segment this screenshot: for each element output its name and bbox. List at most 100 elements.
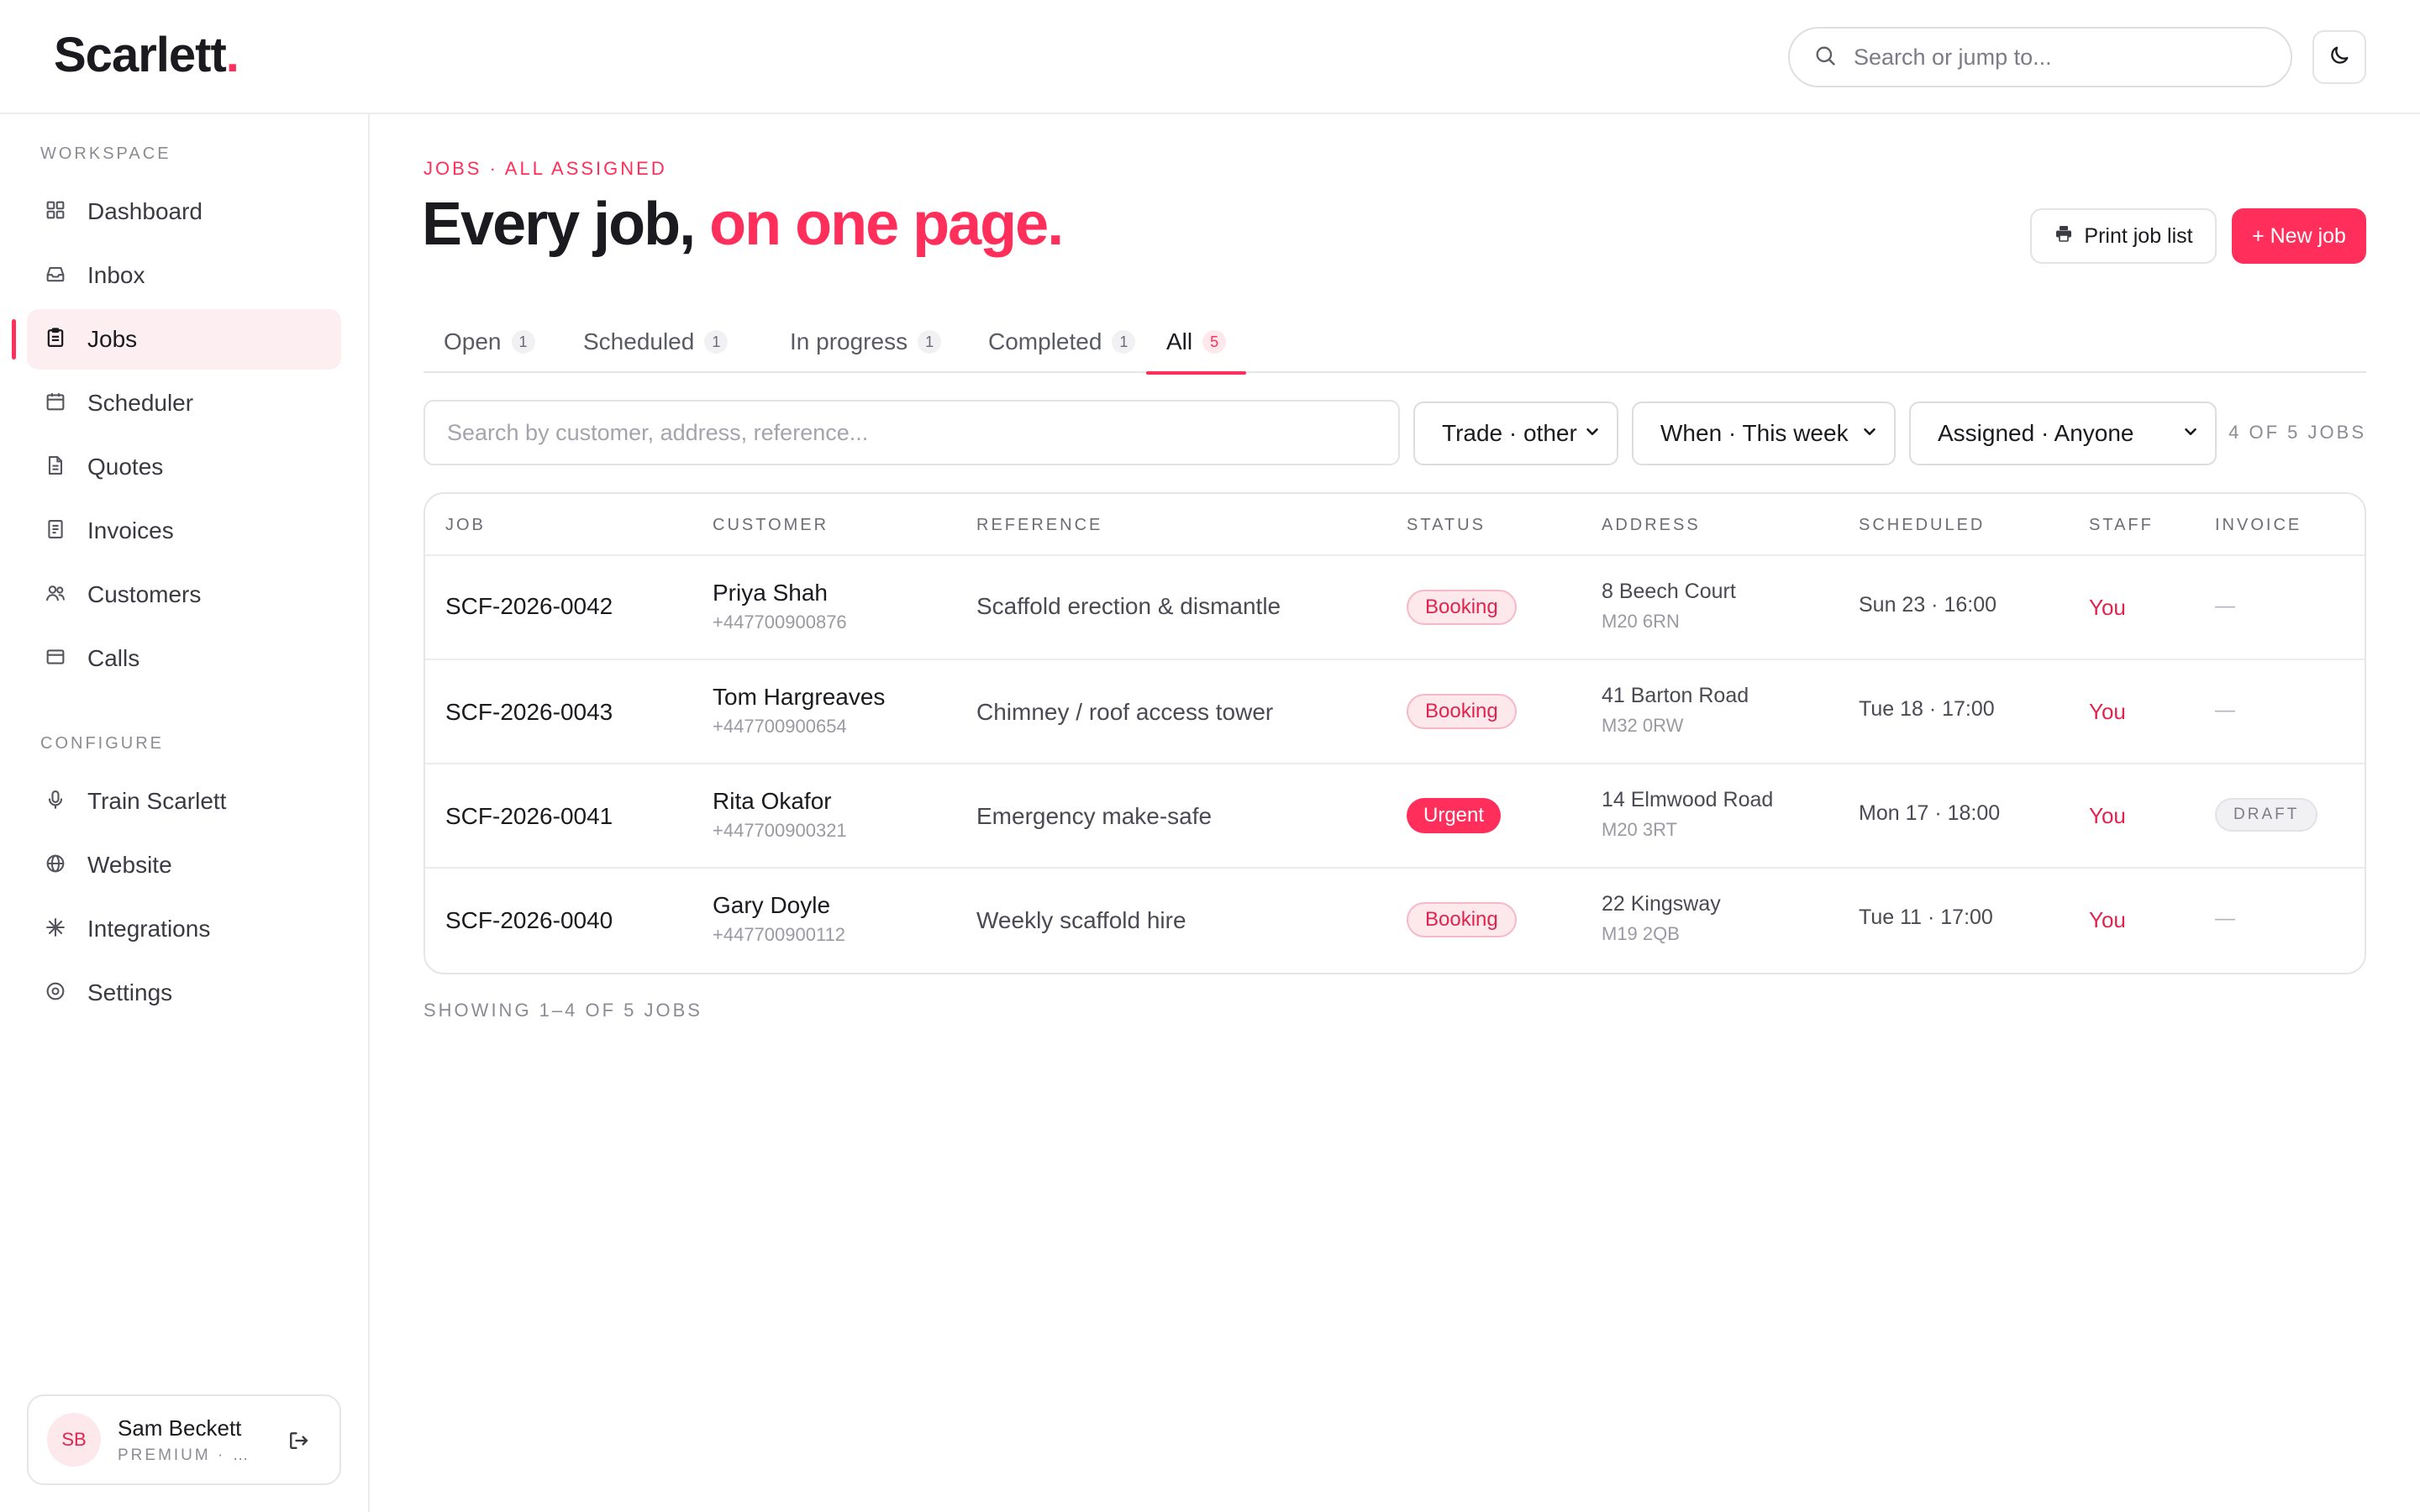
sidebar-item-inbox[interactable]: Inbox [27, 245, 341, 306]
tab-all[interactable]: All 5 [1146, 311, 1247, 375]
search-icon [1813, 44, 1837, 71]
column-header-address[interactable]: ADDRESS [1602, 516, 1701, 535]
sidebar-item-label: Website [87, 852, 172, 878]
job-count-label: 4 OF 5 JOBS [2228, 422, 2366, 443]
top-bar: Scarlett. Search or jump to... [0, 0, 2420, 114]
sidebar-item-website[interactable]: Website [27, 835, 341, 895]
scheduled-time: Sun 23 · 16:00 [1859, 593, 1997, 617]
job-reference: Scaffold erection & dismantle [976, 593, 1281, 619]
sidebar-item-label: Inbox [87, 262, 145, 288]
invoice-cell: DRAFT [2215, 798, 2318, 832]
sidebar-item-label: Settings [87, 979, 173, 1005]
customer-name[interactable]: Priya Shah [713, 580, 847, 606]
table-row[interactable]: SCF-2026-0042 Priya Shah +447700900876 S… [425, 556, 2365, 660]
configure-section-label: CONFIGURE [40, 734, 164, 753]
scheduled-time: Tue 18 · 17:00 [1859, 697, 1995, 721]
sidebar-item-scheduler[interactable]: Scheduler [27, 373, 341, 433]
customer-cell: Gary Doyle +447700900112 [713, 892, 845, 946]
column-header-status[interactable]: STATUS [1407, 516, 1486, 535]
user-info: Sam Beckett PREMIUM · S... [118, 1415, 260, 1465]
sidebar-item-label: Invoices [87, 517, 174, 543]
job-search-input[interactable]: Search by customer, address, reference..… [424, 400, 1400, 465]
users-icon [44, 581, 67, 609]
column-header-scheduled[interactable]: SCHEDULED [1859, 516, 1985, 535]
table-row[interactable]: SCF-2026-0041 Rita Okafor +447700900321 … [425, 764, 2365, 869]
avatar: SB [47, 1413, 101, 1467]
sidebar-item-customers[interactable]: Customers [27, 564, 341, 625]
customer-name[interactable]: Gary Doyle [713, 892, 845, 919]
when-filter-select[interactable]: When · This week [1632, 402, 1896, 465]
job-id[interactable]: SCF-2026-0040 [445, 907, 613, 934]
postcode: M32 0RW [1602, 715, 1684, 736]
printer-icon [2054, 223, 2084, 249]
card-icon [44, 645, 67, 673]
column-header-reference[interactable]: REFERENCE [976, 516, 1102, 535]
postcode: M20 6RN [1602, 611, 1680, 632]
sidebar-item-quotes[interactable]: Quotes [27, 437, 341, 497]
sidebar-item-label: Calls [87, 645, 140, 671]
title-accent: on one page. [709, 191, 1064, 258]
table-row[interactable]: SCF-2026-0043 Tom Hargreaves +4477009006… [425, 660, 2365, 764]
table-row[interactable]: SCF-2026-0040 Gary Doyle +447700900112 W… [425, 869, 2365, 973]
sidebar-item-dashboard[interactable]: Dashboard [27, 181, 341, 242]
job-reference: Weekly scaffold hire [976, 907, 1186, 933]
status-cell: Booking [1407, 694, 1517, 729]
customer-phone: +447700900112 [713, 924, 846, 945]
status-badge: Booking [1407, 590, 1517, 625]
tab-open[interactable]: Open 1 [424, 311, 555, 373]
assigned-filter-select[interactable]: Assigned · Anyone [1909, 402, 2217, 465]
invoice-draft-badge[interactable]: DRAFT [2215, 798, 2318, 832]
user-card[interactable]: SB Sam Beckett PREMIUM · S... [27, 1394, 341, 1485]
sidebar-item-label: Customers [87, 581, 202, 607]
status-badge: Booking [1407, 902, 1517, 937]
sidebar-item-settings[interactable]: Settings [27, 963, 341, 1023]
sidebar-item-calls[interactable]: Calls [27, 628, 341, 689]
status-badge: Booking [1407, 694, 1517, 729]
sidebar-item-invoices[interactable]: Invoices [27, 501, 341, 561]
column-header-staff[interactable]: STAFF [2089, 516, 2154, 535]
logout-icon[interactable] [286, 1428, 311, 1453]
customer-name[interactable]: Rita Okafor [713, 788, 847, 815]
column-header-invoice[interactable]: INVOICE [2215, 516, 2302, 535]
customer-name[interactable]: Tom Hargreaves [713, 684, 885, 711]
sidebar-item-jobs[interactable]: Jobs [27, 309, 341, 370]
tab-label: Completed [988, 328, 1102, 354]
tab-count-badge: 1 [918, 330, 942, 354]
print-button-label: Print job list [2084, 223, 2193, 248]
theme-toggle-button[interactable] [2312, 30, 2366, 84]
tab-in-progress[interactable]: In progress 1 [770, 311, 961, 373]
tab-completed[interactable]: Completed 1 [968, 311, 1155, 373]
customer-cell: Rita Okafor +447700900321 [713, 788, 847, 842]
staff-assignee: You [2089, 907, 2126, 932]
status-cell: Booking [1407, 902, 1517, 937]
tab-scheduled[interactable]: Scheduled 1 [563, 311, 748, 373]
print-job-list-button[interactable]: Print job list [2030, 208, 2217, 264]
app-logo[interactable]: Scarlett. [54, 27, 239, 83]
brand-dot: . [225, 28, 239, 82]
column-header-customer[interactable]: CUSTOMER [713, 516, 829, 535]
workspace-section-label: WORKSPACE [40, 144, 171, 163]
title-main: Every job, [422, 191, 696, 258]
sidebar-item-label: Dashboard [87, 198, 203, 224]
new-job-button[interactable]: + New job [2232, 208, 2366, 264]
grid-icon [44, 198, 67, 226]
sidebar-item-train-scarlett[interactable]: Train Scarlett [27, 771, 341, 832]
inbox-icon [44, 262, 67, 290]
global-search-input[interactable]: Search or jump to... [1788, 27, 2292, 87]
sidebar-item-label: Quotes [87, 454, 164, 480]
tab-count-badge: 1 [704, 330, 729, 354]
chevron-down-icon [2181, 420, 2200, 447]
address-cell: 8 Beech Court M20 6RN [1602, 580, 1736, 633]
postcode: M20 3RT [1602, 819, 1678, 840]
job-search-placeholder: Search by customer, address, reference..… [447, 419, 869, 445]
microphone-icon [44, 788, 67, 816]
column-header-job[interactable]: JOB [445, 516, 486, 535]
chevron-down-icon [1860, 420, 1879, 447]
sidebar-item-integrations[interactable]: Integrations [27, 899, 341, 959]
job-id[interactable]: SCF-2026-0043 [445, 699, 613, 726]
when-filter-value: When · This week [1660, 420, 1849, 446]
page-title: Every job, on one page. [422, 190, 1064, 259]
job-id[interactable]: SCF-2026-0041 [445, 803, 613, 830]
job-id[interactable]: SCF-2026-0042 [445, 593, 613, 620]
trade-filter-select[interactable]: Trade · other [1413, 402, 1618, 465]
